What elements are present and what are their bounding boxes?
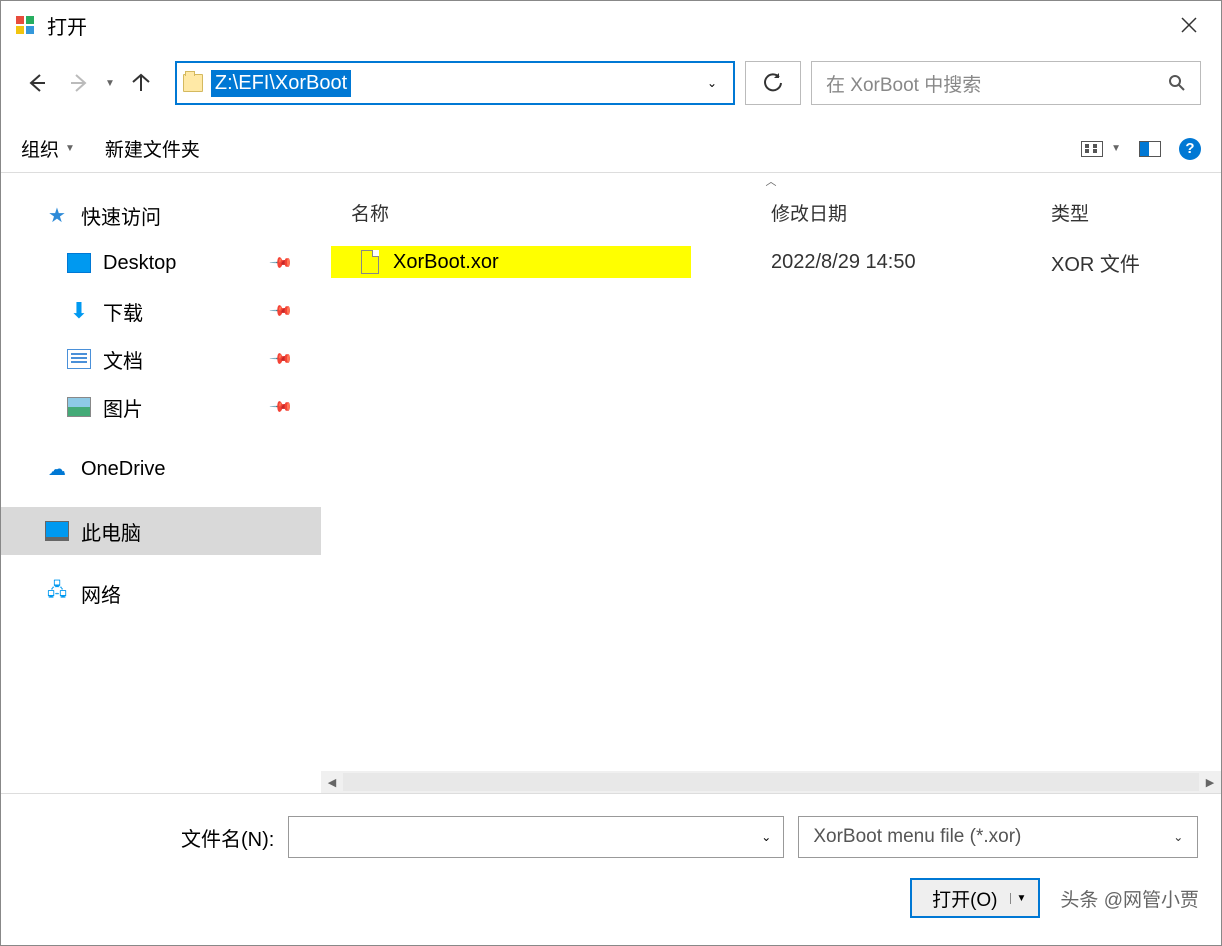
forward-button[interactable]: [63, 67, 95, 99]
organize-button[interactable]: 组织 ▼: [21, 135, 75, 162]
window-title: 打开: [47, 11, 87, 40]
chevron-down-icon: ▼: [1111, 143, 1121, 154]
search-box[interactable]: 在 XorBoot 中搜索: [811, 61, 1201, 105]
close-button[interactable]: [1165, 5, 1213, 45]
file-modified: 2022/8/29 14:50: [771, 251, 1051, 274]
column-headers: 名称 修改日期 类型: [321, 191, 1221, 240]
titlebar: 打开: [1, 1, 1221, 49]
file-list-area: ︿ 名称 修改日期 类型 XorBoot.xor 2022/8/29 14:50…: [321, 173, 1221, 771]
scroll-left-icon[interactable]: ◀: [321, 776, 343, 789]
sidebar-downloads[interactable]: ⬇下载📌: [1, 287, 321, 335]
app-icon: [15, 15, 35, 35]
desktop-icon: [67, 253, 91, 273]
arrow-left-icon: [27, 73, 47, 93]
footer: 文件名(N): ⌄ XorBoot menu file (*.xor) ⌄ 打开…: [1, 793, 1221, 930]
refresh-button[interactable]: [745, 61, 801, 105]
folder-icon: [183, 74, 203, 92]
filetype-select[interactable]: XorBoot menu file (*.xor) ⌄: [798, 816, 1198, 858]
open-button[interactable]: 打开(O) ▼: [910, 878, 1040, 918]
pin-icon: 📌: [269, 250, 295, 276]
sidebar-quick-access[interactable]: ★快速访问: [1, 191, 321, 239]
search-icon: [1168, 74, 1186, 92]
help-button[interactable]: ?: [1179, 138, 1201, 160]
open-split-dropdown[interactable]: ▼: [1010, 893, 1033, 904]
column-name[interactable]: 名称: [351, 199, 771, 226]
file-name: XorBoot.xor: [393, 251, 499, 274]
star-icon: ★: [45, 205, 69, 225]
recent-dropdown[interactable]: ▼: [105, 78, 115, 89]
pictures-icon: [67, 397, 91, 417]
arrow-right-icon: [69, 73, 89, 93]
up-button[interactable]: [125, 67, 157, 99]
file-type: XOR 文件: [1051, 248, 1140, 277]
column-type[interactable]: 类型: [1051, 199, 1221, 226]
navigation-bar: ▼ Z:\EFI\XorBoot ⌄ 在 XorBoot 中搜索: [1, 49, 1221, 125]
horizontal-scrollbar[interactable]: ◀ ▶: [321, 771, 1221, 793]
column-modified[interactable]: 修改日期: [771, 199, 1051, 226]
sidebar-documents[interactable]: 文档📌: [1, 335, 321, 383]
pin-icon: 📌: [269, 394, 295, 420]
watermark: 头条 @网管小贾: [1060, 885, 1199, 912]
new-folder-button[interactable]: 新建文件夹: [105, 135, 200, 162]
pin-icon: 📌: [269, 298, 295, 324]
address-path: Z:\EFI\XorBoot: [211, 70, 351, 97]
pc-icon: [45, 521, 69, 541]
back-button[interactable]: [21, 67, 53, 99]
toolbar: 组织 ▼ 新建文件夹 ▼ ?: [1, 125, 1221, 173]
filename-label: 文件名(N):: [181, 823, 274, 852]
onedrive-icon: ☁: [45, 459, 69, 479]
file-row[interactable]: XorBoot.xor 2022/8/29 14:50 XOR 文件: [331, 240, 1221, 284]
close-icon: [1181, 17, 1197, 33]
body: ★快速访问 Desktop📌 ⬇下载📌 文档📌 图片📌 ☁OneDrive 此电…: [1, 173, 1221, 771]
view-icon: [1081, 141, 1103, 157]
view-button[interactable]: ▼: [1081, 141, 1121, 157]
chevron-down-icon: ▼: [65, 143, 75, 154]
arrow-up-icon: [131, 73, 151, 93]
address-bar[interactable]: Z:\EFI\XorBoot ⌄: [175, 61, 735, 105]
chevron-down-icon: ⌄: [1173, 830, 1183, 844]
download-icon: ⬇: [67, 301, 91, 321]
sidebar: ★快速访问 Desktop📌 ⬇下载📌 文档📌 图片📌 ☁OneDrive 此电…: [1, 173, 321, 771]
sidebar-pictures[interactable]: 图片📌: [1, 383, 321, 431]
preview-pane-button[interactable]: [1139, 141, 1161, 157]
search-placeholder: 在 XorBoot 中搜索: [826, 70, 981, 97]
collapse-chevron[interactable]: ︿: [321, 173, 1221, 191]
sidebar-this-pc[interactable]: 此电脑: [1, 507, 321, 555]
scroll-right-icon[interactable]: ▶: [1199, 776, 1221, 789]
filename-input[interactable]: ⌄: [288, 816, 784, 858]
file-icon: [361, 250, 379, 274]
document-icon: [67, 349, 91, 369]
filename-dropdown[interactable]: ⌄: [749, 830, 783, 844]
sidebar-desktop[interactable]: Desktop📌: [1, 239, 321, 287]
address-dropdown[interactable]: ⌄: [697, 76, 727, 90]
network-icon: 🖧: [45, 583, 69, 603]
sidebar-onedrive[interactable]: ☁OneDrive: [1, 445, 321, 493]
pin-icon: 📌: [269, 346, 295, 372]
file-name-highlight: XorBoot.xor: [331, 246, 691, 278]
refresh-icon: [763, 73, 783, 93]
scroll-track[interactable]: [343, 773, 1199, 791]
sidebar-network[interactable]: 🖧网络: [1, 569, 321, 617]
